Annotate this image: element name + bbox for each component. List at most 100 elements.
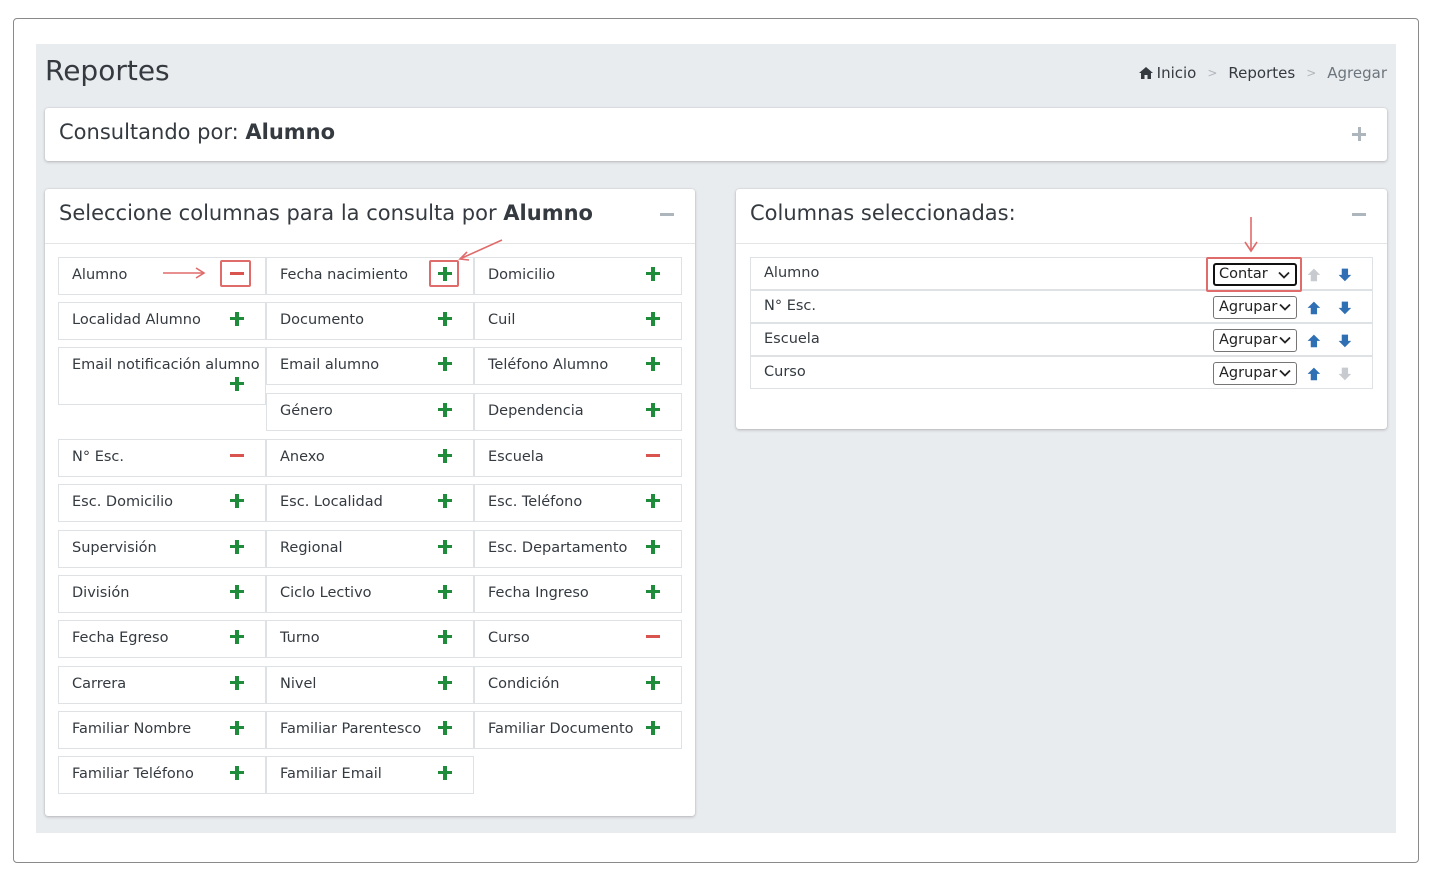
add-column-icon[interactable] [437,764,455,782]
column-option-familiar-documento: Familiar Documento [474,711,682,749]
add-column-icon[interactable] [437,538,455,556]
chevron-down-icon [1279,303,1291,311]
column-option-email-notificacion-alumno: Email notificación alumno [58,347,266,405]
column-option-fecha-egreso: Fecha Egreso [58,620,266,658]
add-column-icon[interactable] [229,310,247,328]
column-option-label: Esc. Domicilio [72,494,174,510]
add-column-icon[interactable] [229,764,247,782]
columns-card-title: Seleccione columnas para la consulta por… [59,201,593,225]
add-column-icon[interactable] [437,492,455,510]
column-option-carrera: Carrera [58,666,266,704]
column-option-fecha-ingreso: Fecha Ingreso [474,575,682,613]
add-column-icon[interactable] [437,628,455,646]
add-column-icon[interactable] [437,355,455,373]
query-card: Consultando por: Alumno [45,108,1387,161]
minus-icon [1352,212,1366,216]
add-column-icon[interactable] [437,447,455,465]
chevron-down-icon [1279,369,1291,377]
column-option-label: Esc. Teléfono [488,494,583,510]
aggregation-select[interactable]: Agrupar [1213,329,1297,352]
breadcrumb-item-agregar: Agregar [1327,64,1387,82]
column-option-label: Teléfono Alumno [488,357,609,373]
move-down-icon[interactable] [1335,331,1355,351]
column-option-label: Familiar Email [280,766,382,782]
selected-row-label: Alumno [764,265,820,281]
remove-column-icon[interactable] [645,628,663,646]
add-column-icon[interactable] [437,674,455,692]
expand-button[interactable] [1348,123,1370,145]
column-option-curso: Curso [474,620,682,658]
column-option-label: Condición [488,676,560,692]
column-option-familiar-telefono: Familiar Teléfono [58,756,266,794]
highlight-aggregation-select [1206,257,1302,292]
add-column-icon[interactable] [645,310,663,328]
column-option-label: Alumno [72,267,128,283]
columns-prefix: Seleccione columnas para la consulta por [59,201,497,225]
collapse-button[interactable] [656,203,678,225]
column-option-label: División [72,585,130,601]
selected-row-label: N° Esc. [764,298,817,314]
remove-column-icon[interactable] [229,447,247,465]
column-option-label: Supervisión [72,540,157,556]
add-column-icon[interactable] [645,538,663,556]
move-up-icon[interactable] [1304,298,1324,318]
selected-row-n-esc: N° Esc. Agrupar [750,290,1373,323]
column-option-label: Familiar Teléfono [72,766,194,782]
column-option-label: Familiar Parentesco [280,721,422,737]
column-option-familiar-parentesco: Familiar Parentesco [266,711,474,749]
column-option-label: N° Esc. [72,449,125,465]
move-up-icon[interactable] [1304,331,1324,351]
column-option-genero: Género [266,393,474,431]
add-column-icon[interactable] [229,375,247,393]
column-option-familiar-nombre: Familiar Nombre [58,711,266,749]
breadcrumb-item-reportes[interactable]: Reportes [1228,64,1295,82]
add-column-icon[interactable] [645,674,663,692]
column-option-esc-telefono: Esc. Teléfono [474,484,682,522]
add-column-icon[interactable] [645,355,663,373]
add-column-icon[interactable] [645,492,663,510]
add-column-icon[interactable] [229,674,247,692]
column-option-label: Dependencia [488,403,584,419]
add-column-icon[interactable] [229,492,247,510]
move-down-icon[interactable] [1335,265,1355,285]
column-option-label: Email alumno [280,357,380,373]
column-option-label: Domicilio [488,267,556,283]
column-option-dependencia: Dependencia [474,393,682,431]
add-column-icon[interactable] [437,719,455,737]
add-column-icon[interactable] [437,401,455,419]
add-column-icon[interactable] [645,265,663,283]
column-option-label: Turno [280,630,320,646]
add-column-icon[interactable] [645,719,663,737]
query-prefix: Consultando por: [59,120,239,144]
breadcrumb-separator: > [1207,66,1218,80]
aggregation-select[interactable]: Agrupar [1213,296,1297,319]
column-option-label: Fecha Ingreso [488,585,589,601]
home-icon [1138,67,1153,79]
aggregation-select[interactable]: Agrupar [1213,362,1297,385]
selected-card-title: Columnas seleccionadas: [750,201,1016,225]
collapse-button[interactable] [1348,203,1370,225]
move-down-icon[interactable] [1335,298,1355,318]
add-column-icon[interactable] [437,310,455,328]
column-option-label: Curso [488,630,530,646]
column-option-label: Anexo [280,449,325,465]
column-option-esc-domicilio: Esc. Domicilio [58,484,266,522]
add-column-icon[interactable] [229,583,247,601]
aggregation-value: Agrupar [1219,332,1278,348]
plus-icon-stem [1357,127,1361,141]
remove-column-icon[interactable] [645,447,663,465]
columns-entity: Alumno [503,201,593,225]
move-up-icon[interactable] [1304,364,1324,384]
add-column-icon[interactable] [229,538,247,556]
breadcrumb-item-inicio[interactable]: Inicio [1138,64,1196,82]
add-column-icon[interactable] [229,719,247,737]
add-column-icon[interactable] [437,583,455,601]
column-option-label: Familiar Documento [488,721,634,737]
selected-row-label: Escuela [764,331,820,347]
add-column-icon[interactable] [645,583,663,601]
selected-row-label: Curso [764,364,806,380]
column-option-label: Cuil [488,312,516,328]
add-column-icon[interactable] [645,401,663,419]
add-column-icon[interactable] [229,628,247,646]
column-option-esc-localidad: Esc. Localidad [266,484,474,522]
